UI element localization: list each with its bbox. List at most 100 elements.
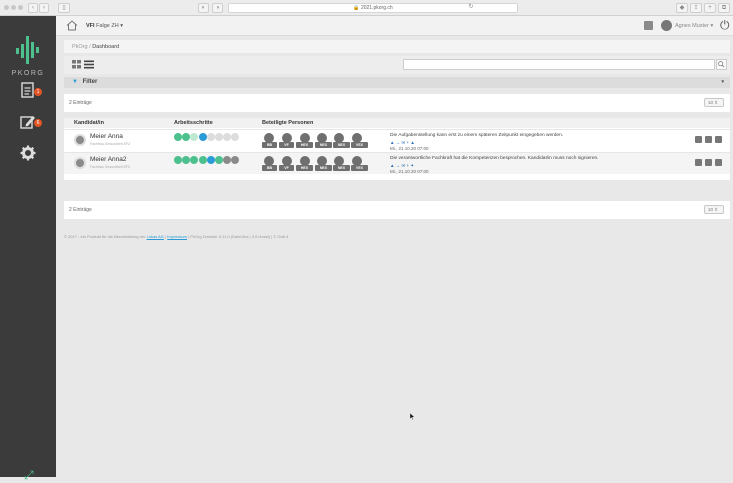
candidates-table: Kandidat/in Arbeitsschritte Beteiligte P… xyxy=(64,118,730,180)
step-open-icon[interactable] xyxy=(215,133,223,141)
shield-icon[interactable]: ◐ xyxy=(198,3,209,13)
status-message: Die verantwortliche Fachkraft hat die Ko… xyxy=(390,156,599,161)
avatar xyxy=(74,157,86,169)
edit-badge: 6 xyxy=(34,119,42,127)
calendar-icon[interactable] xyxy=(705,159,712,166)
search-icon[interactable] xyxy=(716,59,727,70)
step-locked-icon[interactable] xyxy=(231,156,239,164)
share-icon[interactable]: ⇪ xyxy=(690,3,702,13)
context-value: Falge ZH xyxy=(96,23,119,29)
user-name: Agnes Muster xyxy=(675,23,709,29)
column-header[interactable]: Beteiligte Personen xyxy=(262,120,313,126)
list-view-icon[interactable] xyxy=(84,60,94,69)
top-navigation: VFI Falge ZH ▾ Agnes Muster ▾ ⏻ xyxy=(56,16,733,36)
add-user-icon[interactable] xyxy=(695,159,702,166)
step-locked-icon[interactable] xyxy=(223,156,231,164)
step-done-icon[interactable] xyxy=(182,156,190,164)
candidate-profession: Fachfrau Gesundheit EFZ xyxy=(90,165,131,169)
step-done-icon[interactable] xyxy=(199,156,207,164)
page-size-select[interactable]: 10 ⇕ xyxy=(704,98,724,107)
step-done-icon[interactable] xyxy=(182,133,190,141)
url-text: 2021.pkorg.ch xyxy=(360,5,393,11)
back-icon[interactable]: ‹ xyxy=(28,3,38,13)
document-badge: 1 xyxy=(34,88,42,96)
new-tab-icon[interactable]: + xyxy=(704,3,716,13)
user-avatar[interactable] xyxy=(661,20,672,31)
person-tag[interactable]: NEX xyxy=(315,142,332,148)
privacy-icon[interactable]: ◑ xyxy=(212,3,223,13)
person-tag[interactable]: HEX xyxy=(296,142,313,148)
footer-separator: | xyxy=(165,234,167,239)
column-header[interactable]: Kandidat/in xyxy=(74,120,104,126)
breadcrumb-current: Dashboard xyxy=(92,44,120,50)
table-row[interactable]: Meier Anna Fachfrau Gesundheit EFZ BB VF… xyxy=(64,129,730,151)
person-tag[interactable]: NEX xyxy=(333,142,350,148)
step-current-icon[interactable] xyxy=(207,156,215,164)
user-menu[interactable]: Agnes Muster ▾ xyxy=(675,23,713,29)
page-size-value: 10 xyxy=(708,100,714,105)
person-tag[interactable]: VF xyxy=(279,165,294,171)
person-tag[interactable]: BB xyxy=(262,142,277,148)
person-tag[interactable]: VEX xyxy=(351,142,368,148)
status-message: Die Aufgabenstellung kann erst zu einem … xyxy=(390,133,564,138)
candidate-name[interactable]: Meier Anna2 xyxy=(90,156,127,163)
close-window-icon[interactable] xyxy=(4,5,9,10)
candidate-name[interactable]: Meier Anna xyxy=(90,133,123,140)
step-open-icon[interactable] xyxy=(223,133,231,141)
calendar-icon[interactable] xyxy=(705,136,712,143)
gear-icon[interactable] xyxy=(20,145,36,161)
filter-bar[interactable]: ▼ Filter ▾ xyxy=(64,77,730,88)
sidebar-toggle-icon[interactable]: ▯ xyxy=(58,3,70,13)
step-done-icon[interactable] xyxy=(174,156,182,164)
breadcrumb-root[interactable]: PkOrg xyxy=(72,44,88,50)
person-tag[interactable]: VEX xyxy=(351,165,368,171)
tabs-overview-icon[interactable]: ⧉ xyxy=(718,3,730,13)
reload-icon[interactable]: ↻ xyxy=(466,3,476,13)
footer-link-company[interactable]: Lukas AG xyxy=(147,234,164,239)
step-done-icon[interactable] xyxy=(190,156,198,164)
minimize-window-icon[interactable] xyxy=(11,5,16,10)
forward-icon[interactable]: › xyxy=(39,3,49,13)
expand-icon[interactable]: ⤢ xyxy=(24,468,34,483)
archive-icon[interactable] xyxy=(715,159,722,166)
context-selector[interactable]: VFI Falge ZH ▾ xyxy=(86,23,123,29)
person-tag[interactable]: NEX xyxy=(333,165,350,171)
person-tag[interactable]: VF xyxy=(279,142,294,148)
grid-view-icon[interactable] xyxy=(72,60,82,69)
zoom-window-icon[interactable] xyxy=(18,5,23,10)
breadcrumb-separator: / xyxy=(89,44,91,50)
footer-link-imprint[interactable]: Impressum xyxy=(167,234,187,239)
page-size-select[interactable]: 10 ⇕ xyxy=(704,205,724,214)
entries-count-top: 2 Einträge 10 ⇕ xyxy=(64,94,730,112)
archive-icon[interactable] xyxy=(715,136,722,143)
filter-icon: ▼ xyxy=(72,79,78,85)
person-tag[interactable]: BB xyxy=(262,165,277,171)
sidebar: PKORG 1 6 ⤢ xyxy=(0,16,56,482)
step-open-icon[interactable] xyxy=(231,133,239,141)
breadcrumb: PkOrg / Dashboard xyxy=(64,40,730,53)
page-size-value: 10 xyxy=(708,207,714,212)
chevron-down-icon[interactable]: ▾ xyxy=(721,79,724,85)
home-icon[interactable] xyxy=(66,20,78,31)
filter-label: Filter xyxy=(82,79,98,85)
step-done-icon[interactable] xyxy=(215,156,223,164)
entries-count-text: 2 Einträge xyxy=(69,100,92,106)
step-open-icon[interactable] xyxy=(207,133,215,141)
table-row[interactable]: Meier Anna2 Fachfrau Gesundheit EFZ BB V… xyxy=(64,152,730,174)
column-header[interactable]: Arbeitsschritte xyxy=(174,120,213,126)
step-done-icon[interactable] xyxy=(174,133,182,141)
search-input[interactable] xyxy=(403,59,715,70)
person-tag[interactable]: NEX xyxy=(315,165,332,171)
footer: © 2017 - ein Produkt für die Berufsbildu… xyxy=(64,234,288,239)
mouse-cursor-icon xyxy=(410,413,415,420)
logo-text: PKORG xyxy=(11,70,45,77)
power-icon[interactable]: ⏻ xyxy=(720,18,730,33)
step-pending-icon[interactable] xyxy=(190,133,198,141)
add-user-icon[interactable] xyxy=(695,136,702,143)
apps-grid-icon[interactable] xyxy=(644,21,653,30)
person-tag[interactable]: HEX xyxy=(296,165,313,171)
step-current-icon[interactable] xyxy=(199,133,207,141)
extensions-icon[interactable]: ◆ xyxy=(676,3,688,13)
footer-text: © 2017 - ein Produkt für die Berufsbildu… xyxy=(64,234,146,239)
pkorg-logo[interactable] xyxy=(16,36,40,64)
